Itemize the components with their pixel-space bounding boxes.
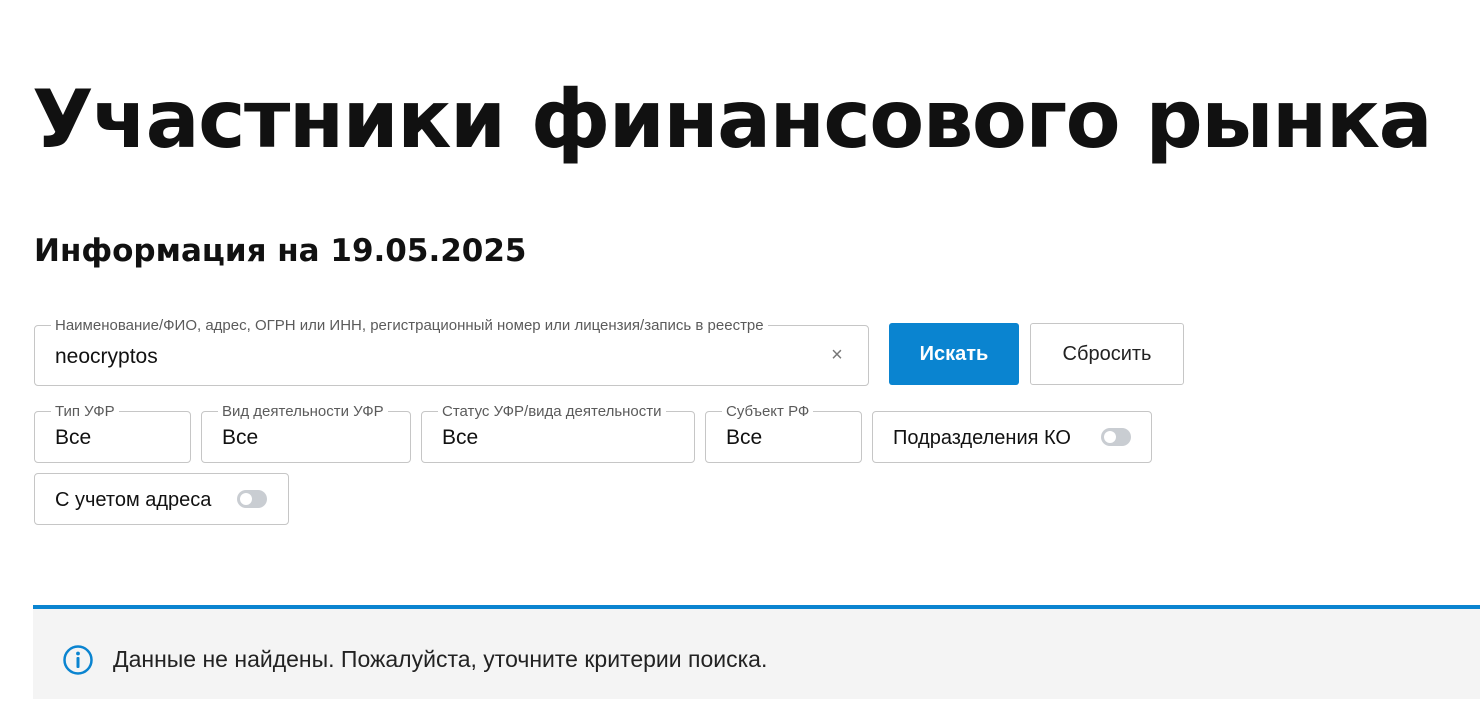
address-toggle-label: С учетом адреса [55,489,212,511]
clear-icon[interactable]: × [828,345,846,365]
address-toggle-box[interactable]: С учетом адреса [34,473,289,525]
search-field[interactable]: Наименование/ФИО, адрес, ОГРН или ИНН, р… [34,317,869,386]
filter-activity-value: Все [222,426,259,449]
toggle-knob [1104,431,1116,443]
branches-toggle-label: Подразделения КО [893,427,1071,449]
page-title: Участники финансового рынка [32,73,1433,166]
branches-toggle-box[interactable]: Подразделения КО [872,411,1152,463]
filter-status-select[interactable]: Статус УФР/вида деятельности Все [421,403,695,463]
search-button[interactable]: Искать [889,323,1019,385]
toggle-knob [240,493,252,505]
info-date-heading: Информация на 19.05.2025 [34,233,527,269]
no-results-notice: Данные не найдены. Пожалуйста, уточните … [33,605,1480,699]
filter-type-select[interactable]: Тип УФР Все [34,403,191,463]
filter-activity-select[interactable]: Вид деятельности УФР Все [201,403,411,463]
filter-status-label: Статус УФР/вида деятельности [438,403,666,420]
page: Участники финансового рынка Информация н… [0,0,1480,711]
filter-type-label: Тип УФР [51,403,119,420]
notice-text: Данные не найдены. Пожалуйста, уточните … [113,646,768,672]
filter-status-value: Все [442,426,479,449]
filter-region-select[interactable]: Субъект РФ Все [705,403,862,463]
search-input-value[interactable]: neocryptos [55,345,158,369]
search-field-label: Наименование/ФИО, адрес, ОГРН или ИНН, р… [51,317,768,334]
reset-button[interactable]: Сбросить [1030,323,1184,385]
filter-region-label: Субъект РФ [722,403,814,420]
branches-toggle-switch[interactable] [1101,428,1131,446]
filter-activity-label: Вид деятельности УФР [218,403,388,420]
address-toggle-switch[interactable] [237,490,267,508]
info-icon [63,645,93,675]
filter-region-value: Все [726,426,763,449]
filter-type-value: Все [55,426,92,449]
